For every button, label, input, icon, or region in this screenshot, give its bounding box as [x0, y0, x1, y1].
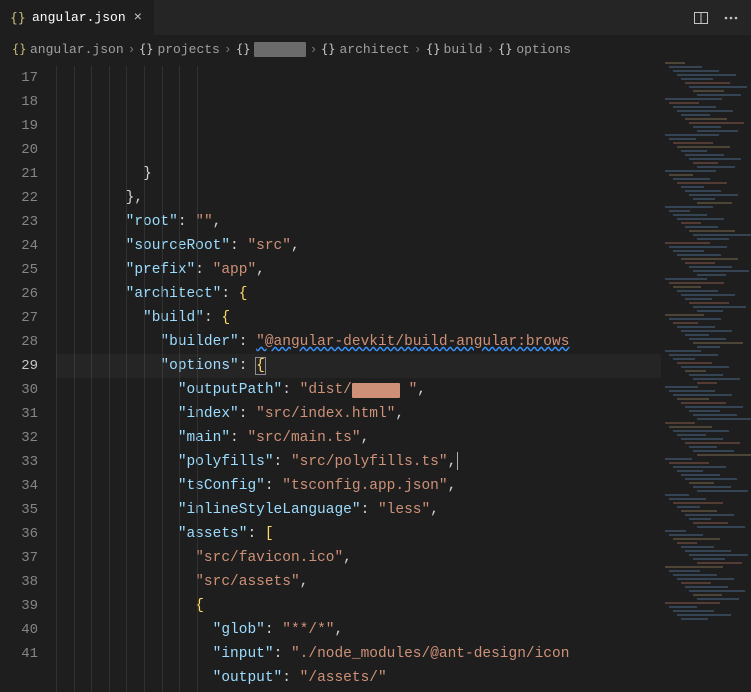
svg-text:{}: {} [139, 42, 153, 56]
line-number: 17 [0, 66, 38, 90]
line-number: 21 [0, 162, 38, 186]
svg-text:{}: {} [426, 42, 440, 56]
redacted-project-name [254, 42, 306, 57]
line-number: 37 [0, 546, 38, 570]
code-line[interactable]: "root": "", [56, 210, 751, 234]
code-line[interactable]: "assets": [ [56, 522, 751, 546]
code-line[interactable]: "prefix": "app", [56, 258, 751, 282]
line-number: 35 [0, 498, 38, 522]
close-icon[interactable]: × [132, 10, 144, 26]
code-line[interactable]: "outputPath": "dist/ ", [56, 378, 751, 402]
breadcrumb-projects[interactable]: {} projects [139, 42, 219, 57]
tab-bar-tabs: {} angular.json × [0, 0, 155, 35]
chevron-right-icon: › [128, 42, 136, 57]
line-number: 22 [0, 186, 38, 210]
code-line[interactable]: }, [56, 186, 751, 210]
code-line[interactable]: } [56, 162, 751, 186]
code-line[interactable]: "output": "/assets/" [56, 666, 751, 690]
svg-text:{}: {} [10, 11, 26, 26]
line-number: 19 [0, 114, 38, 138]
editor[interactable]: 1718192021222324252627282930313233343536… [0, 62, 751, 692]
line-number: 30 [0, 378, 38, 402]
line-number: 24 [0, 234, 38, 258]
braces-icon: {} [12, 42, 26, 56]
code-line[interactable]: "index": "src/index.html", [56, 402, 751, 426]
braces-icon: {} [321, 42, 335, 56]
line-number-gutter: 1718192021222324252627282930313233343536… [0, 62, 56, 692]
code-line[interactable]: "glob": "**/*", [56, 618, 751, 642]
breadcrumb-architect[interactable]: {} architect [321, 42, 409, 57]
line-number: 39 [0, 594, 38, 618]
line-number: 38 [0, 570, 38, 594]
line-number: 31 [0, 402, 38, 426]
line-number: 36 [0, 522, 38, 546]
code-line[interactable]: "tsConfig": "tsconfig.app.json", [56, 474, 751, 498]
chevron-right-icon: › [310, 42, 318, 57]
code-line[interactable]: "src/favicon.ico", [56, 546, 751, 570]
code-line[interactable]: "build": { [56, 306, 751, 330]
braces-icon: {} [236, 42, 250, 56]
chevron-right-icon: › [414, 42, 422, 57]
code-line[interactable]: { [56, 594, 751, 618]
code-line[interactable]: "builder": "@angular-devkit/build-angula… [56, 330, 751, 354]
line-number: 40 [0, 618, 38, 642]
line-number: 18 [0, 90, 38, 114]
braces-icon: {} [426, 42, 440, 56]
code-line[interactable]: "input": "./node_modules/@ant-design/ico… [56, 642, 751, 666]
code-area[interactable]: } }, "root": "", "sourceRoot": "src", "p… [56, 62, 751, 692]
minimap[interactable] [661, 62, 751, 692]
tab-angular-json[interactable]: {} angular.json × [0, 0, 155, 35]
breadcrumb-build[interactable]: {} build [426, 42, 483, 57]
chevron-right-icon: › [487, 42, 495, 57]
code-line[interactable]: "main": "src/main.ts", [56, 426, 751, 450]
braces-icon: {} [10, 10, 26, 26]
line-number: 34 [0, 474, 38, 498]
breadcrumbs[interactable]: {} angular.json › {} projects › {} › {} … [0, 36, 751, 62]
breadcrumb-file[interactable]: {} angular.json [12, 42, 124, 57]
line-number: 23 [0, 210, 38, 234]
line-number: 33 [0, 450, 38, 474]
svg-text:{}: {} [498, 42, 512, 56]
code-line[interactable]: "src/assets", [56, 570, 751, 594]
code-line[interactable]: "polyfills": "src/polyfills.ts", [56, 450, 751, 474]
code-line[interactable]: "sourceRoot": "src", [56, 234, 751, 258]
chevron-right-icon: › [224, 42, 232, 57]
line-number: 20 [0, 138, 38, 162]
code-line[interactable]: "options": { [56, 354, 751, 378]
breadcrumb-project[interactable]: {} [236, 42, 306, 57]
editor-actions [693, 10, 751, 26]
code-lines: } }, "root": "", "sourceRoot": "src", "p… [56, 162, 751, 692]
code-line[interactable]: "architect": { [56, 282, 751, 306]
svg-text:{}: {} [321, 42, 335, 56]
line-number: 32 [0, 426, 38, 450]
line-number: 25 [0, 258, 38, 282]
braces-icon: {} [498, 42, 512, 56]
svg-text:{}: {} [236, 42, 250, 56]
breadcrumb-options[interactable]: {} options [498, 42, 571, 57]
line-number: 41 [0, 642, 38, 666]
line-number: 28 [0, 330, 38, 354]
more-actions-icon[interactable] [723, 10, 739, 26]
line-number: 26 [0, 282, 38, 306]
line-number: 29 [0, 354, 38, 378]
code-line[interactable]: "inlineStyleLanguage": "less", [56, 498, 751, 522]
braces-icon: {} [139, 42, 153, 56]
line-number: 27 [0, 306, 38, 330]
tab-filename: angular.json [32, 10, 126, 25]
split-editor-icon[interactable] [693, 10, 709, 26]
svg-text:{}: {} [12, 42, 26, 56]
tab-bar: {} angular.json × [0, 0, 751, 36]
